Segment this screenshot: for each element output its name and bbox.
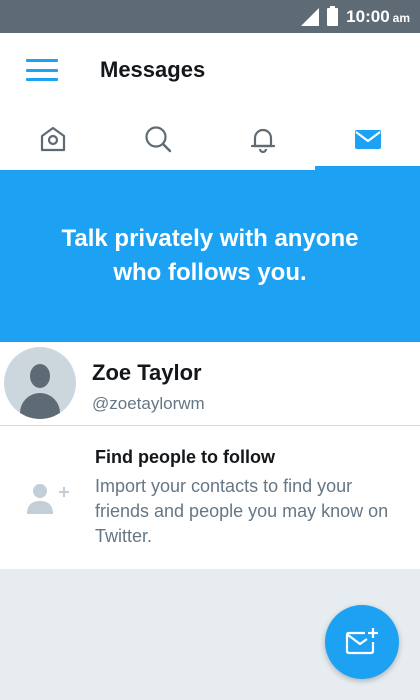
app-header: Messages [0, 33, 420, 107]
home-icon [40, 126, 65, 151]
tab-search[interactable] [105, 107, 210, 170]
signal-icon [301, 7, 320, 26]
status-time: 10:00 [346, 6, 390, 26]
find-people-item[interactable]: Find people to follow Import your contac… [0, 426, 420, 569]
banner-text: Talk privately with anyone who follows y… [61, 225, 359, 286]
avatar[interactable] [4, 347, 76, 419]
envelope-icon [354, 129, 381, 149]
profile-handle: @zoetaylorwm [92, 394, 205, 413]
bell-icon [250, 128, 275, 153]
status-bar: 10:00 am [0, 0, 420, 33]
profile-row[interactable]: Zoe Taylor @zoetaylorwm [0, 342, 420, 426]
messages-intro-banner: Talk privately with anyone who follows y… [0, 170, 420, 342]
page-title: Messages [100, 57, 206, 82]
phone-screen: 10:00 am Messages Talk privately with an… [0, 0, 420, 700]
find-people-description: Import your contacts to find your friend… [95, 476, 389, 546]
search-icon [144, 125, 171, 152]
compose-message-icon [345, 628, 378, 655]
status-ampm: am [392, 11, 410, 25]
tab-messages[interactable] [315, 107, 420, 170]
tab-bar [0, 107, 420, 170]
profile-name: Zoe Taylor [92, 360, 202, 385]
find-people-title: Find people to follow [95, 447, 275, 467]
tab-home[interactable] [0, 107, 105, 170]
battery-icon [327, 5, 339, 26]
new-message-button[interactable] [325, 605, 399, 679]
hamburger-menu-icon[interactable] [26, 59, 58, 81]
add-person-icon [27, 484, 69, 514]
tab-notifications[interactable] [210, 107, 315, 170]
